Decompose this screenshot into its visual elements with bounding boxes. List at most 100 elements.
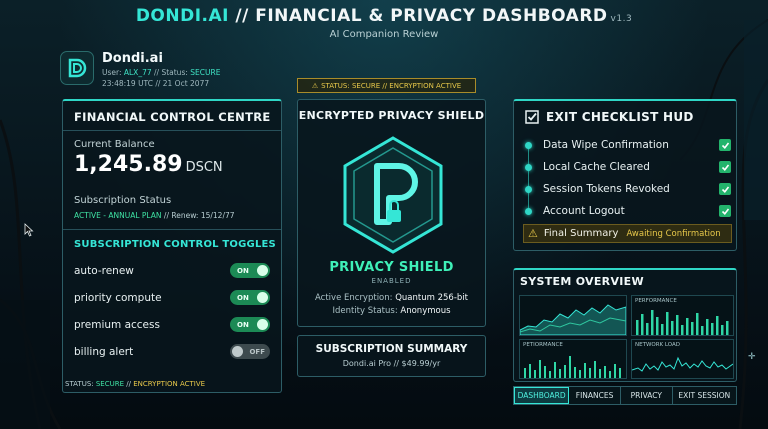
toggle-label: billing alert bbox=[74, 345, 134, 358]
check-icon[interactable] bbox=[719, 183, 731, 195]
renew-text: // Renew: 15/12/77 bbox=[161, 211, 235, 220]
financial-control-panel: FINANCIAL CONTROL CENTRE Current Balance… bbox=[62, 99, 282, 393]
title-text: // FINANCIAL & PRIVACY DASHBOARD bbox=[228, 6, 608, 26]
checklist-item[interactable]: Local Cache Cleared bbox=[525, 158, 731, 176]
tab-finances[interactable]: FINANCES bbox=[569, 387, 621, 404]
user-name: Dondi.ai bbox=[102, 51, 163, 66]
status-value: SECURE bbox=[190, 68, 221, 77]
system-chart bbox=[519, 295, 627, 336]
toggle-row-priority-compute: priority compute ON bbox=[74, 290, 270, 305]
toggle-state: ON bbox=[237, 320, 249, 329]
dondi-logo-icon bbox=[60, 51, 94, 85]
tab-dashboard[interactable]: DASHBOARD bbox=[514, 387, 570, 404]
auto-renew-toggle[interactable]: ON bbox=[230, 263, 270, 278]
footer-encryption: ENCRYPTION ACTIVE bbox=[133, 380, 206, 388]
toggle-row-auto-renew: auto-renew ON bbox=[74, 263, 270, 278]
privacy-panel-title: ENCRYPTED PRIVACY SHIELD bbox=[298, 109, 485, 122]
balance-label: Current Balance bbox=[74, 139, 155, 150]
footer-sep: // bbox=[124, 380, 134, 388]
bullet-icon bbox=[525, 163, 532, 171]
checklist-item-label: Account Logout bbox=[543, 205, 625, 217]
version-badge: v1.3 bbox=[610, 14, 633, 24]
subscription-summary-panel[interactable]: SUBSCRIPTION SUMMARY Dondi.ai Pro // $49… bbox=[297, 335, 486, 377]
balance-row: 1,245.89 DSCN bbox=[74, 152, 223, 177]
mouse-cursor-icon bbox=[24, 223, 34, 237]
crosshair-icon: ✛ bbox=[748, 352, 756, 362]
checklist-item[interactable]: Data Wipe Confirmation bbox=[525, 136, 731, 154]
datetime: 23:48:19 UTC // 21 Oct 2077 bbox=[102, 79, 210, 88]
toggle-row-billing-alert: billing alert OFF bbox=[74, 344, 270, 359]
checklist-item[interactable]: Session Tokens Revoked bbox=[525, 180, 731, 198]
toggle-row-premium-access: premium access ON bbox=[74, 317, 270, 332]
page-title: DONDI.AI // FINANCIAL & PRIVACY DASHBOAR… bbox=[0, 6, 768, 26]
toggles-header: SUBSCRIPTION CONTROL TOGGLES bbox=[74, 239, 276, 250]
encryption-value: Quantum 256-bit bbox=[395, 293, 468, 303]
subscription-value: ACTIVE - ANNUAL PLAN bbox=[74, 211, 162, 220]
performance-chart: PERFORMANCE bbox=[631, 295, 734, 336]
final-summary-label: Final Summary bbox=[543, 228, 619, 239]
final-summary-row[interactable]: ⚠ Final Summary Awaiting Confirmation bbox=[523, 224, 732, 243]
toggle-knob bbox=[257, 265, 268, 276]
petiormance-chart-label: PETIORMANCE bbox=[523, 342, 563, 348]
network-load-chart-label: NETWORK LOAD bbox=[635, 342, 680, 348]
toggle-label: priority compute bbox=[74, 291, 162, 304]
premium-access-toggle[interactable]: ON bbox=[230, 317, 270, 332]
subscription-summary-title: SUBSCRIPTION SUMMARY bbox=[315, 343, 468, 355]
final-summary-status: Awaiting Confirmation bbox=[626, 228, 721, 239]
balance-unit: DSCN bbox=[185, 160, 223, 175]
balance-value: 1,245.89 bbox=[74, 152, 183, 177]
exit-checklist-panel: EXIT CHECKLIST HUD Data Wipe Confirmatio… bbox=[513, 99, 737, 251]
checkbox-checked-icon bbox=[525, 110, 539, 124]
priority-compute-toggle[interactable]: ON bbox=[230, 290, 270, 305]
toggle-state: OFF bbox=[249, 347, 265, 356]
page-subtitle: AI Companion Review bbox=[329, 29, 439, 40]
title-brand: DONDI.AI bbox=[135, 6, 229, 26]
footer-secure: SECURE bbox=[95, 380, 125, 388]
toggle-label: premium access bbox=[74, 318, 160, 331]
toggle-knob bbox=[257, 292, 268, 303]
footer-prefix: STATUS: bbox=[65, 380, 96, 388]
user-status-line: User: ALX_77 // Status: SECURE bbox=[102, 67, 220, 78]
warning-icon: ⚠ bbox=[311, 81, 319, 90]
toggle-state: ON bbox=[237, 266, 249, 275]
check-icon[interactable] bbox=[719, 161, 731, 173]
privacy-shield-icon bbox=[343, 136, 443, 254]
toggle-knob bbox=[257, 319, 268, 330]
toggle-label: auto-renew bbox=[74, 264, 134, 277]
check-icon[interactable] bbox=[719, 205, 731, 217]
privacy-shield-panel: ENCRYPTED PRIVACY SHIELD PRIVACY SHIELD … bbox=[297, 99, 486, 327]
identity-value: Anonymous bbox=[400, 306, 451, 316]
subscription-summary-detail: Dondi.ai Pro // $49.99/yr bbox=[342, 359, 441, 368]
checklist-item-label: Local Cache Cleared bbox=[543, 161, 650, 173]
bullet-icon bbox=[525, 141, 532, 149]
top-status-banner: ⚠ STATUS: SECURE // ENCRYPTION ACTIVE bbox=[297, 78, 476, 93]
tab-exit-session[interactable]: EXIT SESSION bbox=[672, 387, 737, 404]
checklist-item-label: Session Tokens Revoked bbox=[543, 183, 670, 195]
area-chart-graphic bbox=[519, 304, 627, 336]
identity-line: Identity Status: Anonymous bbox=[298, 306, 485, 316]
divider bbox=[63, 130, 281, 131]
performance-chart-label: PERFORMANCE bbox=[635, 298, 677, 304]
warning-icon: ⚠ bbox=[528, 227, 538, 240]
user-block: Dondi.ai User: ALX_77 // Status: SECURE … bbox=[60, 51, 220, 89]
network-load-chart: NETWORK LOAD bbox=[631, 339, 734, 379]
encryption-label: Active Encryption: bbox=[315, 293, 396, 303]
user-id: ALX_77 bbox=[123, 68, 152, 77]
top-status-text: STATUS: SECURE // ENCRYPTION ACTIVE bbox=[321, 81, 462, 90]
toggle-state: ON bbox=[237, 293, 249, 302]
bottom-tab-bar: DASHBOARD FINANCES PRIVACY EXIT SESSION bbox=[513, 386, 737, 405]
petiormance-chart: PETIORMANCE bbox=[519, 339, 627, 379]
bullet-icon bbox=[525, 207, 532, 215]
checklist-item[interactable]: Account Logout bbox=[525, 202, 731, 220]
privacy-shield-title: PRIVACY SHIELD bbox=[329, 260, 454, 275]
user-label: User: bbox=[102, 68, 124, 77]
privacy-shield-state: ENABLED bbox=[371, 277, 412, 285]
financial-panel-title: FINANCIAL CONTROL CENTRE bbox=[74, 110, 271, 124]
toggle-knob bbox=[232, 346, 243, 357]
checklist-item-label: Data Wipe Confirmation bbox=[543, 139, 669, 151]
system-overview-panel: SYSTEM OVERVIEW PERFORMANCE PETIORMANCE bbox=[513, 268, 737, 382]
tab-privacy[interactable]: PRIVACY bbox=[620, 387, 673, 404]
billing-alert-toggle[interactable]: OFF bbox=[230, 344, 270, 359]
check-icon[interactable] bbox=[719, 139, 731, 151]
encryption-line: Active Encryption: Quantum 256-bit bbox=[298, 293, 485, 303]
